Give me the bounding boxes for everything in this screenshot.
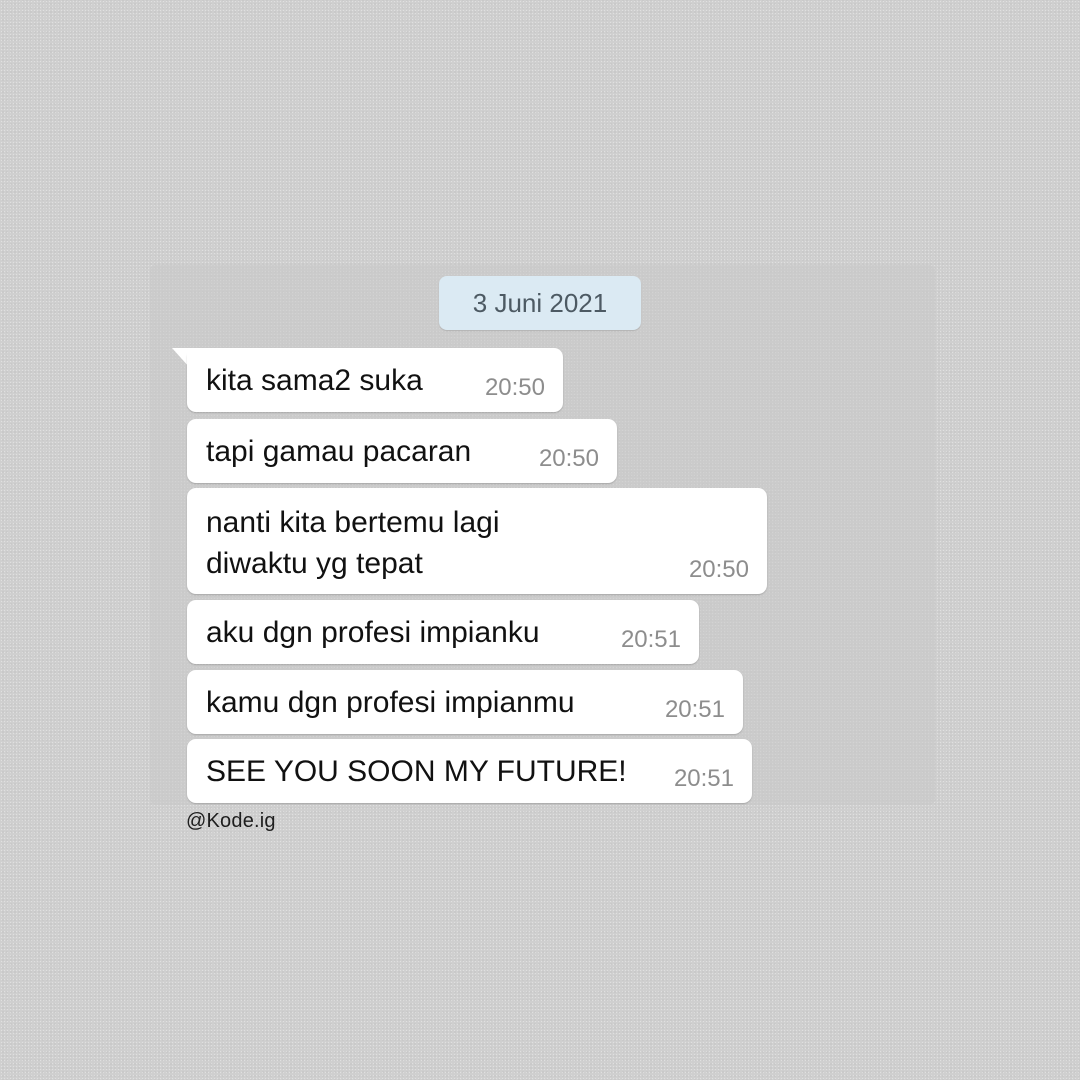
- message-text: tapi gamau pacaran: [206, 435, 472, 468]
- message-bubble[interactable]: tapi gamau pacaran 20:50: [187, 419, 617, 483]
- date-chip: 3 Juni 2021: [439, 276, 641, 330]
- message-text: kamu dgn profesi impianmu: [206, 686, 575, 719]
- date-chip-label: 3 Juni 2021: [472, 287, 608, 318]
- message-time: 20:50: [484, 374, 545, 401]
- message-time: 20:51: [664, 696, 725, 723]
- message-bubble[interactable]: nanti kita bertemu lagi diwaktu yg tepat…: [187, 488, 767, 594]
- message-bubble[interactable]: kita sama2 suka 20:50: [187, 348, 563, 412]
- watermark: @Kode.ig: [186, 810, 276, 832]
- message-time: 20:50: [688, 556, 749, 583]
- message-time: 20:51: [673, 765, 734, 792]
- message-bubble[interactable]: SEE YOU SOON MY FUTURE! 20:51: [187, 739, 752, 803]
- message-text: aku dgn profesi impianku: [206, 616, 540, 649]
- message-bubble[interactable]: kamu dgn profesi impianmu 20:51: [187, 670, 743, 734]
- message-time: 20:51: [620, 626, 681, 653]
- message-time: 20:50: [538, 445, 599, 472]
- message-bubble[interactable]: aku dgn profesi impianku 20:51: [187, 600, 699, 664]
- message-text: SEE YOU SOON MY FUTURE!: [206, 755, 627, 788]
- message-text: kita sama2 suka: [206, 364, 423, 397]
- bubble-tail-join: [187, 348, 199, 358]
- message-text: nanti kita bertemu lagi diwaktu yg tepat: [206, 506, 500, 580]
